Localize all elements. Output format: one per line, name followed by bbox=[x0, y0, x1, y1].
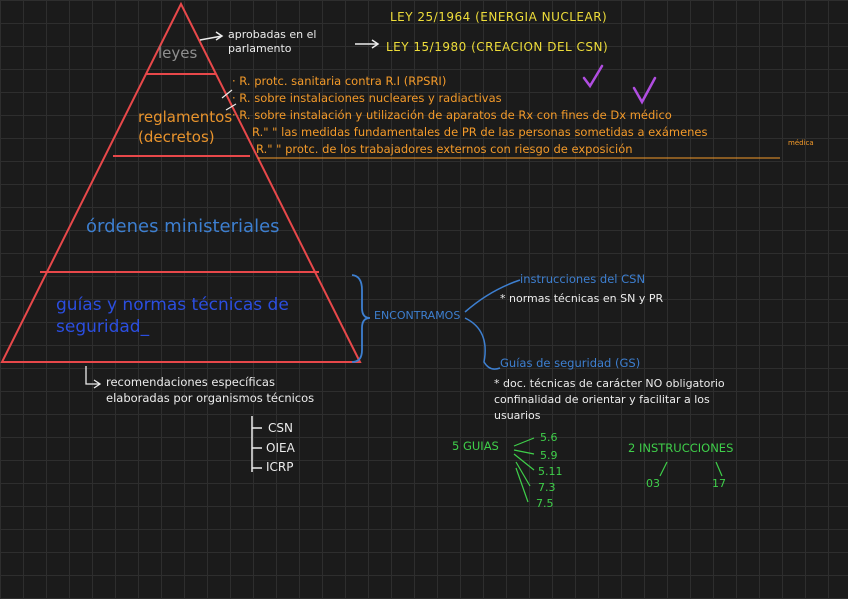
guia-item: 7.5 bbox=[536, 497, 554, 510]
law-1: LEY 25/1964 (ENERGIA NUCLEAR) bbox=[390, 10, 608, 24]
check-icon bbox=[632, 76, 657, 105]
reglamento-item-2: · R. sobre instalaciones nucleares y rad… bbox=[232, 91, 502, 105]
reglamento-item-4: R." " las medidas fundamentales de PR de… bbox=[252, 125, 708, 139]
guias-seguridad-desc: * doc. técnicas de carácter NO obligator… bbox=[494, 377, 725, 422]
pyramid-level-reglamentos: reglamentos (decretos) bbox=[138, 108, 233, 146]
instrucciones-count-label: 2 INSTRUCCIONES bbox=[628, 441, 734, 455]
small-note: médica bbox=[788, 139, 814, 147]
guias-seguridad-title: Guías de seguridad (GS) bbox=[500, 356, 641, 370]
guia-item: 5.6 bbox=[540, 431, 558, 444]
org-oiea: OIEA bbox=[266, 441, 295, 455]
arrow-recomendaciones-icon bbox=[85, 366, 102, 389]
guia-item: 5.9 bbox=[540, 449, 558, 462]
pyramid-level-leyes: leyes bbox=[158, 44, 198, 62]
arrow-leyes-icon bbox=[199, 31, 224, 41]
reglamento-item-5: R." " protc. de los trabajadores externo… bbox=[256, 142, 633, 156]
leyes-note: aprobadas en el parlamento bbox=[228, 28, 317, 55]
pyramid-level-ordenes: órdenes ministeriales bbox=[86, 216, 280, 237]
instruccion-item: 03 bbox=[646, 477, 660, 490]
law-2: LEY 15/1980 (CREACION DEL CSN) bbox=[386, 40, 609, 54]
guia-item: 7.3 bbox=[538, 481, 556, 494]
reglamento-item-1: · R. protc. sanitaria contra R.I (RPSRI) bbox=[232, 74, 447, 88]
pyramid-level-guias: guías y normas técnicas de seguridad_ bbox=[56, 295, 289, 338]
instruccion-item: 17 bbox=[712, 477, 726, 490]
encontramos-label: ENCONTRAMOS bbox=[374, 309, 461, 322]
org-csn: CSN bbox=[268, 421, 293, 435]
org-bracket bbox=[251, 416, 262, 472]
check-icon bbox=[582, 64, 604, 89]
org-icrp: ICRP bbox=[266, 460, 294, 474]
brace-icon bbox=[351, 274, 371, 363]
recomendaciones-text: recomendaciones específicas elaboradas p… bbox=[106, 375, 315, 405]
arrow-laws-icon bbox=[355, 39, 380, 49]
reglamento-item-3: · R. sobre instalación y utilización de … bbox=[232, 108, 672, 122]
instrucciones-desc: * normas técnicas en SN y PR bbox=[500, 292, 664, 305]
instrucciones-title: instrucciones del CSN bbox=[520, 272, 646, 286]
guia-item: 5.11 bbox=[538, 465, 563, 478]
guias-count-label: 5 GUIAS bbox=[452, 439, 499, 453]
